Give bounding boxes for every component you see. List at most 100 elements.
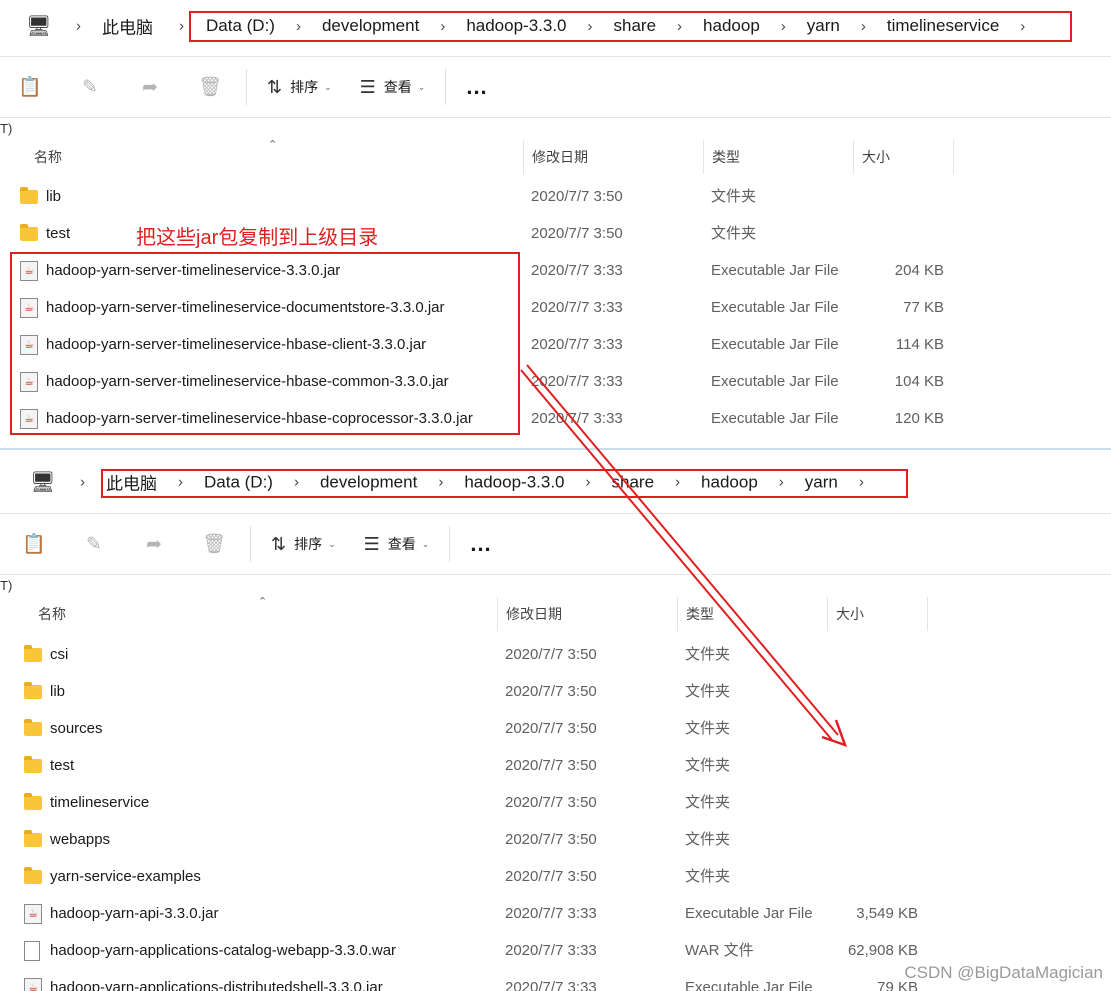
file-name: ☕ hadoop-yarn-applications-distributedshe… bbox=[24, 969, 383, 991]
column-header: ⌃ 名称 修改日期 类型 大小 bbox=[0, 139, 1111, 174]
list-item[interactable]: hadoop-yarn-applications-catalog-webapp-… bbox=[0, 932, 1000, 969]
highlight-box-path bbox=[101, 469, 908, 498]
paste-icon[interactable]: 📋 bbox=[4, 532, 64, 556]
list-item[interactable]: sources 2020/7/7 3:50 文件夹 bbox=[0, 710, 1000, 747]
rename-icon[interactable]: ✎ bbox=[64, 533, 124, 556]
file-date: 2020/7/7 3:50 bbox=[505, 757, 597, 774]
column-size[interactable]: 大小 bbox=[854, 140, 954, 174]
file-type: 文件夹 bbox=[685, 683, 731, 700]
file-date: 2020/7/7 3:33 bbox=[505, 979, 597, 991]
file-type: 文件夹 bbox=[685, 720, 731, 737]
folder-icon bbox=[24, 755, 42, 773]
file-name: webapps bbox=[24, 821, 110, 858]
jar-file-icon: ☕ bbox=[24, 977, 42, 991]
sort-button[interactable]: ⇅ 排序 ⌄ bbox=[253, 69, 346, 105]
file-date: 2020/7/7 3:33 bbox=[505, 905, 597, 922]
file-date: 2020/7/7 3:50 bbox=[505, 831, 597, 848]
file-type: WAR 文件 bbox=[685, 942, 754, 959]
file-name-text: test bbox=[46, 225, 71, 242]
sort-icon: ⇅ bbox=[267, 76, 283, 97]
list-item[interactable]: lib 2020/7/7 3:50 文件夹 bbox=[0, 178, 1000, 215]
file-size: 120 KB bbox=[894, 410, 944, 427]
toolbar-divider bbox=[449, 526, 451, 562]
list-item[interactable]: ☕ hadoop-yarn-api-3.3.0.jar 2020/7/7 3:33 E… bbox=[0, 895, 1000, 932]
list-item[interactable]: ☕ hadoop-yarn-applications-distributedshe… bbox=[0, 969, 1000, 991]
delete-icon[interactable]: 🗑 bbox=[184, 532, 244, 556]
file-name: lib bbox=[24, 673, 65, 710]
list-item[interactable]: test 2020/7/7 3:50 文件夹 bbox=[0, 747, 1000, 784]
share-icon[interactable]: ➦ bbox=[120, 76, 180, 99]
sort-label: 排序 bbox=[294, 536, 323, 552]
file-size bbox=[828, 858, 918, 895]
list-item[interactable]: lib 2020/7/7 3:50 文件夹 bbox=[0, 673, 1000, 710]
file-date: 2020/7/7 3:50 bbox=[531, 225, 623, 242]
file-type: 文件夹 bbox=[711, 188, 757, 205]
view-button[interactable]: ☰ 查看 ⌄ bbox=[350, 526, 444, 562]
file-size bbox=[828, 747, 918, 784]
computer-icon[interactable]: 🖥 bbox=[26, 14, 51, 39]
view-list-icon: ☰ bbox=[363, 533, 380, 554]
chevron-right-icon[interactable]: › bbox=[59, 474, 106, 491]
sort-button[interactable]: ⇅ 排序 ⌄ bbox=[257, 526, 350, 562]
file-type: Executable Jar File bbox=[685, 905, 813, 922]
file-date: 2020/7/7 3:33 bbox=[531, 262, 623, 279]
column-name[interactable]: 名称 bbox=[30, 597, 498, 631]
file-name: test bbox=[24, 747, 74, 784]
more-options-button[interactable]: ... bbox=[452, 74, 501, 100]
view-button[interactable]: ☰ 查看 ⌄ bbox=[346, 69, 440, 105]
file-date: 2020/7/7 3:50 bbox=[505, 646, 597, 663]
file-icon bbox=[24, 940, 40, 961]
list-item[interactable]: webapps 2020/7/7 3:50 文件夹 bbox=[0, 821, 1000, 858]
file-type: Executable Jar File bbox=[685, 979, 813, 991]
delete-icon[interactable]: 🗑 bbox=[180, 75, 240, 99]
column-date[interactable]: 修改日期 bbox=[498, 597, 678, 631]
file-date: 2020/7/7 3:50 bbox=[505, 794, 597, 811]
share-icon[interactable]: ➦ bbox=[124, 533, 184, 556]
explorer-window-timelineservice: 🖥 › 此电脑 › Data (D:) › development › hadoop-3… bbox=[0, 0, 1111, 448]
file-date: 2020/7/7 3:50 bbox=[505, 683, 597, 700]
list-item[interactable]: yarn-service-examples 2020/7/7 3:50 文件夹 bbox=[0, 858, 1000, 895]
file-size: 104 KB bbox=[894, 373, 944, 390]
file-size bbox=[828, 784, 918, 821]
rename-icon[interactable]: ✎ bbox=[60, 76, 120, 99]
file-type: Executable Jar File bbox=[711, 262, 839, 279]
watermark: CSDN @BigDataMagician bbox=[904, 963, 1103, 982]
view-label: 查看 bbox=[383, 79, 412, 95]
file-date: 2020/7/7 3:33 bbox=[505, 942, 597, 959]
file-name-text: hadoop-yarn-applications-catalog-webapp-… bbox=[50, 942, 397, 959]
column-name[interactable]: 名称 bbox=[26, 140, 524, 174]
column-size[interactable]: 大小 bbox=[828, 597, 928, 631]
breadcrumb-this-pc[interactable]: 此电脑 bbox=[102, 14, 153, 39]
chevron-right-icon[interactable]: › bbox=[55, 18, 102, 35]
command-toolbar: 📋 ✎ ➦ 🗑 ⇅ 排序 ⌄ ☰ 查看 ⌄ ... bbox=[0, 513, 1111, 575]
file-size bbox=[828, 636, 918, 673]
file-size bbox=[854, 178, 944, 215]
file-type: 文件夹 bbox=[685, 831, 731, 848]
file-name: ☕ hadoop-yarn-api-3.3.0.jar bbox=[24, 895, 218, 932]
file-type: Executable Jar File bbox=[711, 373, 839, 390]
file-name: yarn-service-examples bbox=[24, 858, 201, 895]
file-type: Executable Jar File bbox=[711, 299, 839, 316]
paste-icon[interactable]: 📋 bbox=[0, 75, 60, 99]
list-item[interactable]: csi 2020/7/7 3:50 文件夹 bbox=[0, 636, 1000, 673]
column-type[interactable]: 类型 bbox=[678, 597, 828, 631]
computer-icon[interactable]: 🖥 bbox=[30, 470, 55, 495]
file-name: csi bbox=[24, 636, 68, 673]
command-toolbar: 📋 ✎ ➦ 🗑 ⇅ 排序 ⌄ ☰ 查看 ⌄ ... bbox=[0, 56, 1111, 118]
file-size: 204 KB bbox=[894, 262, 944, 279]
file-name: sources bbox=[24, 710, 103, 747]
file-name: timelineservice bbox=[24, 784, 149, 821]
chevron-down-icon: ⌄ bbox=[328, 538, 336, 549]
folder-icon bbox=[20, 223, 38, 241]
file-name-text: lib bbox=[46, 188, 62, 205]
column-type[interactable]: 类型 bbox=[704, 140, 854, 174]
column-date[interactable]: 修改日期 bbox=[524, 140, 704, 174]
file-size: 114 KB bbox=[895, 336, 944, 353]
folder-icon bbox=[24, 792, 42, 810]
file-type: 文件夹 bbox=[685, 794, 731, 811]
folder-icon bbox=[24, 681, 42, 699]
list-item[interactable]: timelineservice 2020/7/7 3:50 文件夹 bbox=[0, 784, 1000, 821]
file-name-text: csi bbox=[50, 646, 69, 663]
file-type: 文件夹 bbox=[685, 646, 731, 663]
more-options-button[interactable]: ... bbox=[456, 531, 505, 557]
